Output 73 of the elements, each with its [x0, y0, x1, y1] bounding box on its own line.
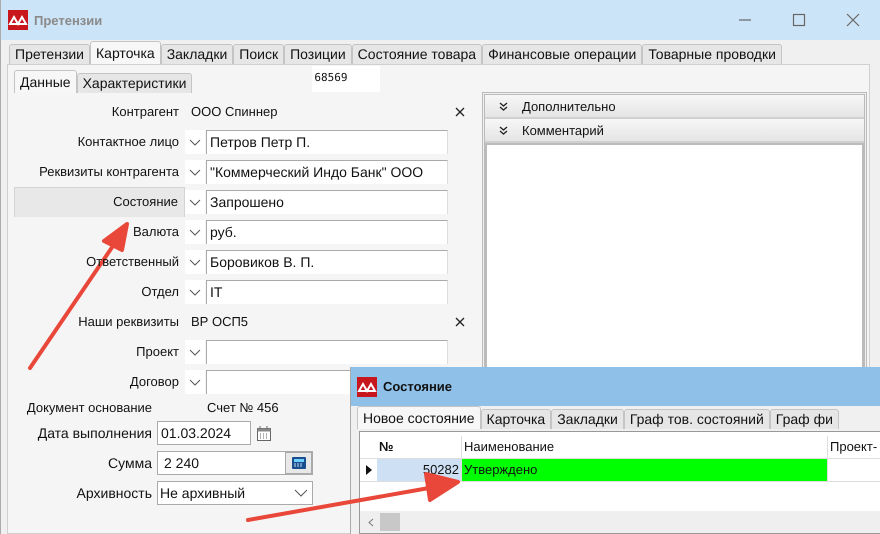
field-label: Сумма — [108, 455, 153, 471]
tab[interactable]: Претензии — [9, 44, 90, 64]
chevron-icon[interactable] — [185, 250, 205, 274]
field-value: ООО Спиннер — [190, 103, 278, 121]
input-field[interactable]: Петров Петр П. — [206, 130, 448, 154]
calendar-icon[interactable] — [257, 426, 271, 440]
record-id: 68569 — [312, 66, 380, 92]
tab[interactable]: Граф тов. состояний — [624, 409, 770, 429]
column-header[interactable]: Проект- — [828, 436, 880, 458]
field-label: Контактное лицо — [76, 133, 180, 151]
tab[interactable]: Карточка — [480, 409, 552, 429]
double-chevron-icon — [499, 102, 508, 110]
logo-icon — [357, 376, 377, 396]
scroll-left-icon[interactable] — [368, 518, 374, 526]
field-label: Договор — [128, 373, 180, 391]
chevron-icon[interactable] — [185, 190, 205, 214]
field-label: Документ основание — [26, 400, 153, 415]
close-icon[interactable] — [846, 13, 860, 27]
input-field[interactable]: Боровиков В. П. — [206, 250, 448, 274]
input-field[interactable]: "Коммерческий Индо Банк" ООО — [206, 160, 448, 184]
column-header[interactable]: № — [377, 436, 462, 458]
panel-header[interactable]: Дополнительно — [485, 95, 864, 119]
chevron-icon[interactable] — [185, 220, 205, 244]
field-label: Наши реквизиты — [77, 313, 180, 331]
horizontal-scrollbar[interactable] — [360, 511, 880, 533]
field-label: Контрагент — [110, 103, 180, 121]
tab[interactable]: Новое состояние — [357, 406, 481, 429]
clear-icon[interactable] — [455, 317, 465, 327]
panel-header[interactable]: Комментарий — [485, 119, 864, 143]
window-title: Состояние — [383, 379, 452, 394]
field-value: ВР ОСП5 — [190, 313, 250, 331]
tab[interactable]: Характеристики — [76, 73, 192, 93]
window-title: Претензии — [34, 12, 102, 28]
field-label: Проект — [135, 343, 180, 361]
table-cell: Утверждено — [462, 459, 828, 481]
table-cell: 50282 — [377, 459, 462, 481]
tab[interactable]: Данные — [14, 70, 77, 93]
clear-icon[interactable] — [455, 107, 465, 117]
chevron-icon — [294, 489, 308, 497]
chevron-icon[interactable] — [185, 370, 205, 394]
select-field[interactable]: Не архивный — [157, 481, 313, 505]
chevron-icon[interactable] — [185, 340, 205, 364]
double-chevron-icon — [499, 126, 508, 134]
amount-field[interactable]: 2 240 — [157, 451, 313, 475]
chevron-icon[interactable] — [185, 160, 205, 184]
logo-icon — [8, 10, 28, 30]
calculator-button[interactable] — [285, 452, 312, 474]
tab[interactable]: Закладки — [551, 409, 624, 429]
field-label: Отдел — [140, 283, 180, 301]
field-label: Дата выполнения — [38, 425, 153, 441]
tab[interactable]: Финансовые операции — [482, 44, 642, 64]
column-header[interactable]: Наименование — [462, 436, 828, 458]
tab[interactable]: Товарные проводки — [642, 44, 782, 64]
date-field[interactable]: 01.03.2024 — [157, 421, 251, 445]
input-field[interactable] — [206, 340, 448, 364]
calculator-icon — [292, 457, 306, 469]
input-field[interactable]: IT — [206, 280, 448, 304]
input-field[interactable]: Запрошено — [206, 190, 448, 214]
chevron-icon[interactable] — [185, 280, 205, 304]
field-label: Реквизиты контрагента — [38, 163, 180, 181]
tab[interactable]: Граф фи — [770, 409, 839, 429]
tab[interactable]: Позиции — [284, 44, 352, 64]
maximize-icon[interactable] — [792, 13, 806, 27]
input-field[interactable]: руб. — [206, 220, 448, 244]
field-value: Счет № 456 — [206, 400, 279, 415]
tab[interactable]: Закладки — [160, 44, 234, 64]
field-label: Валюта — [132, 223, 180, 241]
tab[interactable]: Состояние товара — [352, 44, 482, 64]
tab[interactable]: Поиск — [233, 44, 284, 64]
tab[interactable]: Карточка — [90, 41, 161, 64]
chevron-icon[interactable] — [185, 130, 205, 154]
field-label: Архивность — [76, 485, 153, 501]
field-label: Состояние — [14, 187, 185, 217]
